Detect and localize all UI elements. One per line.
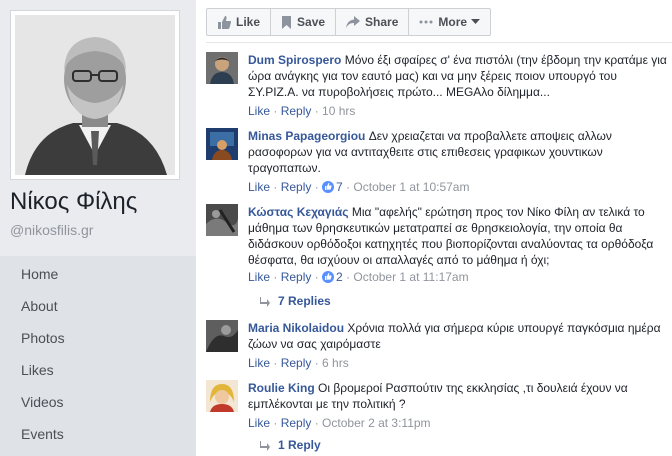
- post-panel: Like Save Share More Dum Spirospero Μόνο…: [196, 0, 672, 456]
- replies-label: 1 Reply: [278, 438, 321, 452]
- comment-like-link[interactable]: Like: [248, 104, 270, 118]
- avatar[interactable]: [206, 204, 238, 236]
- more-button[interactable]: More: [409, 9, 490, 35]
- comment-meta: Like · Reply · 6 hrs: [248, 356, 349, 370]
- share-arrow-icon: [346, 16, 361, 28]
- save-button-label: Save: [297, 15, 326, 29]
- comment-time[interactable]: 6 hrs: [322, 356, 349, 370]
- nav-item-likes[interactable]: Likes: [0, 354, 196, 386]
- comment-reply-link[interactable]: Reply: [281, 180, 312, 194]
- avatar[interactable]: [206, 320, 238, 352]
- ellipsis-icon: [419, 20, 433, 24]
- avatar[interactable]: [206, 128, 238, 160]
- profile-handle[interactable]: @nikosfilis.gr: [10, 222, 93, 238]
- comment-reply-link[interactable]: Reply: [281, 356, 312, 370]
- comment-body: Roulie King Οι βρομεροί Ρασπούτιν της εκ…: [248, 380, 668, 412]
- nav-item-photos[interactable]: Photos: [0, 322, 196, 354]
- comment-body: Minas Papageorgiou Δεν χρειαζεται να προ…: [248, 128, 668, 176]
- comment-meta: Like · Reply · 2 · October 1 at 11:17am: [248, 270, 469, 284]
- comment-body: Dum Spirospero Μόνο έξι σφαίρες σ' ένα π…: [248, 52, 668, 100]
- comment-time[interactable]: October 1 at 11:17am: [353, 270, 468, 284]
- avatar[interactable]: [206, 380, 238, 412]
- comment-reply-link[interactable]: Reply: [281, 270, 312, 284]
- left-column: Νίκος Φίλης @nikosfilis.gr Home About Ph…: [0, 0, 196, 456]
- comment-like-link[interactable]: Like: [248, 270, 270, 284]
- comment-author[interactable]: Maria Nikolaidou: [248, 321, 344, 335]
- save-button[interactable]: Save: [271, 9, 337, 35]
- comment-meta: Like · Reply · October 2 at 3:11pm: [248, 416, 431, 430]
- bookmark-icon: [282, 15, 292, 29]
- reply-arrow-icon: [260, 297, 270, 307]
- comment-reply-link[interactable]: Reply: [281, 416, 312, 430]
- comment-body: Maria Nikolaidou Χρόνια πολλά για σήμερα…: [248, 320, 668, 352]
- comment-author[interactable]: Κώστας Κεχαγιάς: [248, 205, 349, 219]
- like-count-icon: [322, 271, 335, 283]
- comment-body: Κώστας Κεχαγιάς Μια "αφελής" ερώτηση προ…: [248, 204, 668, 268]
- nav-item-videos[interactable]: Videos: [0, 386, 196, 418]
- comment-like-link[interactable]: Like: [248, 180, 270, 194]
- comment-author[interactable]: Roulie King: [248, 381, 315, 395]
- replies-label: 7 Replies: [278, 294, 331, 308]
- like-button[interactable]: Like: [207, 9, 272, 35]
- divider: [206, 42, 672, 43]
- view-replies-link[interactable]: 1 Reply: [260, 438, 321, 452]
- thumbs-up-icon: [218, 15, 231, 29]
- comment-like-link[interactable]: Like: [248, 416, 270, 430]
- more-button-label: More: [438, 15, 468, 29]
- comment-meta: Like · Reply · 7 · October 1 at 10:57am: [248, 180, 470, 194]
- comment-like-count[interactable]: 2: [336, 270, 343, 284]
- comment-like-link[interactable]: Like: [248, 356, 270, 370]
- share-button-label: Share: [365, 15, 399, 29]
- profile-nav: Home About Photos Likes Videos Events: [0, 256, 196, 456]
- post-action-bar: Like Save Share More: [206, 8, 492, 36]
- profile-name[interactable]: Νίκος Φίλης: [10, 188, 137, 216]
- profile-photo: [15, 15, 175, 175]
- comment-meta: Like · Reply · 10 hrs: [248, 104, 356, 118]
- like-count-icon: [322, 181, 335, 193]
- avatar[interactable]: [206, 52, 238, 84]
- comment-author[interactable]: Dum Spirospero: [248, 53, 341, 67]
- comment-time[interactable]: 10 hrs: [322, 104, 355, 118]
- caret-down-icon: [471, 19, 481, 24]
- comment-time[interactable]: October 2 at 3:11pm: [322, 416, 431, 430]
- comment-reply-link[interactable]: Reply: [281, 104, 312, 118]
- reply-arrow-icon: [260, 441, 270, 451]
- nav-item-events[interactable]: Events: [0, 418, 196, 450]
- comment-like-count[interactable]: 7: [336, 180, 343, 194]
- comment-time[interactable]: October 1 at 10:57am: [353, 180, 469, 194]
- profile-picture[interactable]: [10, 10, 180, 180]
- view-replies-link[interactable]: 7 Replies: [260, 294, 331, 308]
- share-button[interactable]: Share: [336, 9, 410, 35]
- nav-item-about[interactable]: About: [0, 290, 196, 322]
- like-button-label: Like: [236, 15, 261, 29]
- nav-item-home[interactable]: Home: [0, 258, 196, 290]
- comment-author[interactable]: Minas Papageorgiou: [248, 129, 365, 143]
